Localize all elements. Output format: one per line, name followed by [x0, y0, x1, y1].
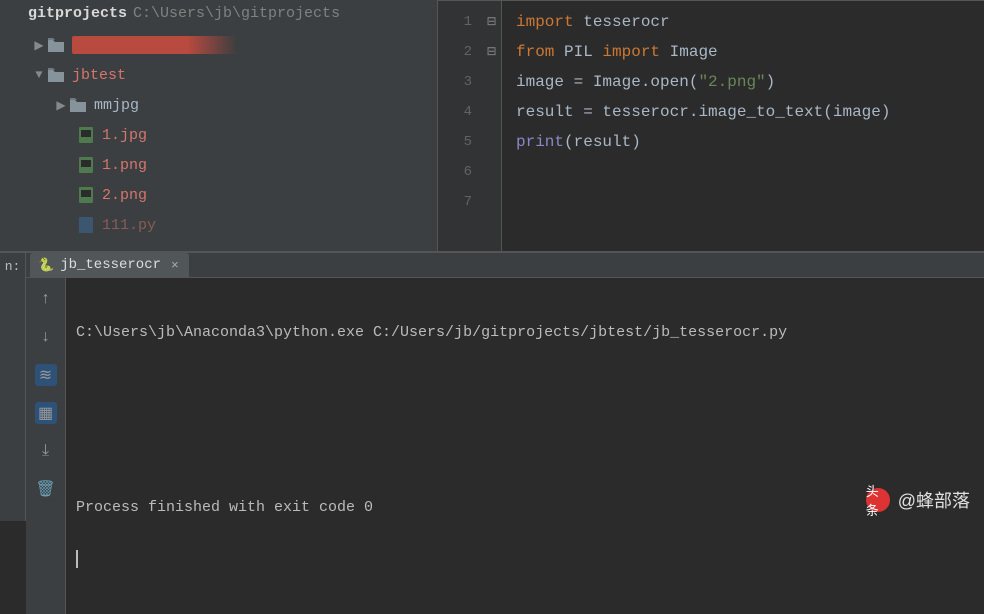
project-tree[interactable]: ▶ ▼ jbtest ▶ mmjpg	[0, 26, 437, 240]
caret-icon	[76, 550, 78, 568]
breadcrumb-root[interactable]: gitprojects	[28, 5, 127, 22]
image-file-icon	[76, 157, 96, 173]
folder-icon	[68, 98, 88, 112]
run-tab-label: jb_tesserocr	[60, 257, 161, 273]
console-output[interactable]: C:\Users\jb\Anaconda3\python.exe C:/User…	[66, 278, 984, 614]
chevron-right-icon[interactable]: ▶	[32, 38, 46, 53]
clear-button[interactable]: 🗑	[35, 478, 57, 500]
tree-label: jbtest	[72, 67, 126, 84]
tree-label: 2.png	[102, 187, 147, 204]
tree-label: 1.jpg	[102, 127, 147, 144]
chevron-right-icon[interactable]: ▶	[54, 98, 68, 113]
console-exit-line: Process finished with exit code 0	[76, 499, 974, 516]
watermark-logo: 头条	[866, 488, 890, 512]
close-icon[interactable]: ×	[171, 258, 179, 273]
export-button[interactable]: ⤓	[35, 440, 57, 462]
run-side-label: n:	[0, 253, 26, 521]
tree-label: 1.png	[102, 157, 147, 174]
tree-file[interactable]: 2.png	[4, 180, 437, 210]
redacted-label	[72, 36, 237, 54]
tree-file[interactable]: 1.jpg	[4, 120, 437, 150]
fold-marker-icon[interactable]: ⊟	[482, 37, 501, 67]
folder-icon	[46, 38, 66, 52]
image-file-icon	[76, 187, 96, 203]
tree-folder-mmjpg[interactable]: ▶ mmjpg	[4, 90, 437, 120]
print-button[interactable]: ▦	[35, 402, 57, 424]
folder-icon	[46, 68, 66, 82]
run-tab[interactable]: 🐍 jb_tesserocr ×	[30, 253, 189, 277]
watermark: 头条 @蜂部落	[866, 487, 970, 513]
scroll-down-button[interactable]: ↓	[35, 326, 57, 348]
fold-column[interactable]: ⊟ ⊟	[482, 1, 502, 251]
console-command-line: C:\Users\jb\Anaconda3\python.exe C:/User…	[76, 324, 974, 341]
tree-file[interactable]: 1.png	[4, 150, 437, 180]
chevron-down-icon[interactable]: ▼	[32, 68, 46, 82]
tree-label: mmjpg	[94, 97, 139, 114]
breadcrumb-path: C:\Users\jb\gitprojects	[133, 5, 340, 22]
run-tab-bar: 🐍 jb_tesserocr ×	[26, 253, 984, 278]
python-file-icon	[76, 217, 96, 233]
tree-file[interactable]: 111.py	[4, 210, 437, 240]
run-tool-window: n: 🐍 jb_tesserocr × ↑ ↓ ≋ ▦ ⤓ 🗑 C:\Users…	[0, 251, 984, 521]
code-area[interactable]: import tesserocrfrom PIL import Imageima…	[502, 1, 890, 251]
code-editor[interactable]: 1234567 ⊟ ⊟ import tesserocrfrom PIL imp…	[438, 0, 984, 251]
console-toolbar: ↑ ↓ ≋ ▦ ⤓ 🗑	[26, 278, 66, 614]
breadcrumb[interactable]: gitprojects C:\Users\jb\gitprojects	[0, 0, 437, 26]
tree-folder-jbtest[interactable]: ▼ jbtest	[4, 60, 437, 90]
line-gutter: 1234567	[438, 1, 482, 251]
toggle-soft-wrap-button[interactable]: ≋	[35, 364, 57, 386]
tree-folder-redacted[interactable]: ▶	[4, 30, 437, 60]
project-sidebar: gitprojects C:\Users\jb\gitprojects ▶ ▼ …	[0, 0, 438, 251]
image-file-icon	[76, 127, 96, 143]
watermark-text: @蜂部落	[898, 487, 970, 513]
python-icon: 🐍	[38, 258, 54, 273]
tree-label: 111.py	[102, 217, 156, 234]
rerun-button[interactable]: ↑	[35, 288, 57, 310]
fold-marker-icon[interactable]: ⊟	[482, 7, 501, 37]
